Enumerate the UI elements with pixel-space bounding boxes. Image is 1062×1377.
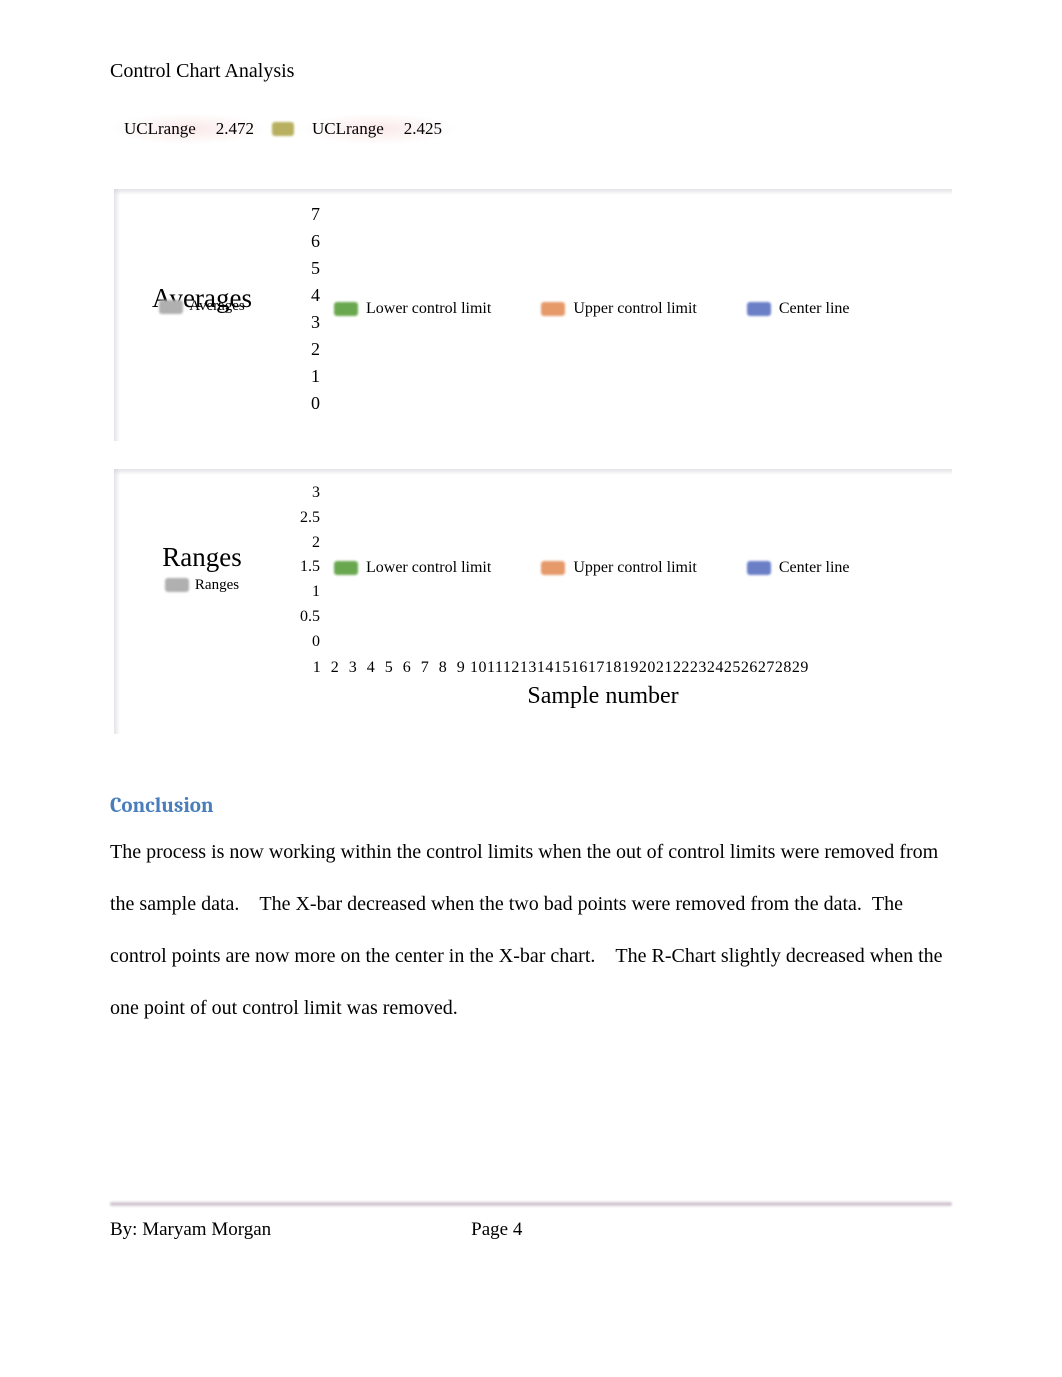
ucl-range-label: UCLrange (124, 119, 196, 139)
y-tick: 2.5 (300, 506, 320, 531)
chart-side-legend: Averages (132, 298, 272, 315)
chart-legend: Lower control limit Upper control limit … (334, 300, 849, 318)
series-swatch-icon (159, 300, 183, 314)
ucl-range-label: UCLrange (312, 119, 384, 139)
legend-item-centerline: Center line (747, 300, 850, 318)
ucl-swatch-icon (541, 302, 565, 316)
y-tick: 5 (311, 255, 320, 282)
legend-label: Upper control limit (573, 559, 697, 577)
y-axis: 7 6 5 4 3 2 1 0 (286, 201, 320, 417)
conclusion-heading: Conclusion (110, 794, 952, 818)
ucl-swatch-icon (541, 561, 565, 575)
footer-page-number: Page 4 (471, 1219, 522, 1241)
y-tick: 2 (312, 531, 320, 556)
ucl-range-cell-1: UCLrange 2.472 (110, 113, 268, 145)
page-footer: By: Maryam Morgan Page 4 (110, 1219, 952, 1241)
legend-label: Lower control limit (366, 559, 491, 577)
chart-side: Ranges Ranges (132, 542, 272, 594)
footer-author: By: Maryam Morgan (110, 1219, 271, 1241)
chart-plot-area: Lower control limit Upper control limit … (334, 224, 934, 394)
y-tick: 4 (311, 282, 320, 309)
legend-item-lcl: Lower control limit (334, 300, 491, 318)
chart-legend: Lower control limit Upper control limit … (334, 559, 849, 577)
legend-item-centerline: Center line (747, 559, 850, 577)
y-tick: 2 (311, 336, 320, 363)
ucl-range-value: 2.472 (216, 119, 254, 139)
legend-item-lcl: Lower control limit (334, 559, 491, 577)
legend-item-ucl: Upper control limit (541, 300, 697, 318)
legend-label: Center line (779, 559, 850, 577)
series-label: Ranges (195, 577, 239, 594)
chart-averages: Averages Averages 7 6 5 4 3 2 1 0 Lower … (110, 185, 952, 441)
x-axis-label: Sample number (272, 683, 934, 710)
y-axis: 3 2.5 2 1.5 1 0.5 0 (286, 481, 320, 655)
ucl-range-row: UCLrange 2.472 UCLrange 2.425 (110, 113, 952, 145)
lcl-swatch-icon (334, 302, 358, 316)
ucl-range-value: 2.425 (404, 119, 442, 139)
legend-item-ucl: Upper control limit (541, 559, 697, 577)
y-tick: 7 (311, 201, 320, 228)
centerline-swatch-icon (747, 561, 771, 575)
y-tick: 6 (311, 228, 320, 255)
chart-title: Ranges (132, 542, 272, 573)
ucl-range-cell-2: UCLrange 2.425 (298, 113, 456, 145)
ucl-swatch-icon (272, 122, 294, 136)
legend-label: Center line (779, 300, 850, 318)
y-tick: 3 (312, 481, 320, 506)
legend-label: Lower control limit (366, 300, 491, 318)
lcl-swatch-icon (334, 561, 358, 575)
y-tick: 0.5 (300, 605, 320, 630)
chart-side-legend: Ranges (132, 577, 272, 594)
chart-plot-area: Lower control limit Upper control limit … (334, 483, 934, 653)
centerline-swatch-icon (747, 302, 771, 316)
legend-label: Upper control limit (573, 300, 697, 318)
series-label: Averages (189, 298, 245, 315)
page-title: Control Chart Analysis (110, 60, 952, 83)
chart-side: Averages Averages (132, 283, 272, 335)
x-axis-ticks: 1234567891011121314151617181920212223242… (308, 659, 934, 677)
series-swatch-icon (165, 578, 189, 592)
y-tick: 0 (312, 630, 320, 655)
conclusion-body: The process is now working within the co… (110, 826, 952, 1034)
y-tick: 0 (311, 390, 320, 417)
footer-divider (110, 1201, 952, 1207)
y-tick: 1 (312, 580, 320, 605)
chart-ranges: Ranges Ranges 3 2.5 2 1.5 1 0.5 0 Lower … (110, 465, 952, 734)
y-tick: 1.5 (300, 555, 320, 580)
y-tick: 1 (311, 363, 320, 390)
y-tick: 3 (311, 309, 320, 336)
